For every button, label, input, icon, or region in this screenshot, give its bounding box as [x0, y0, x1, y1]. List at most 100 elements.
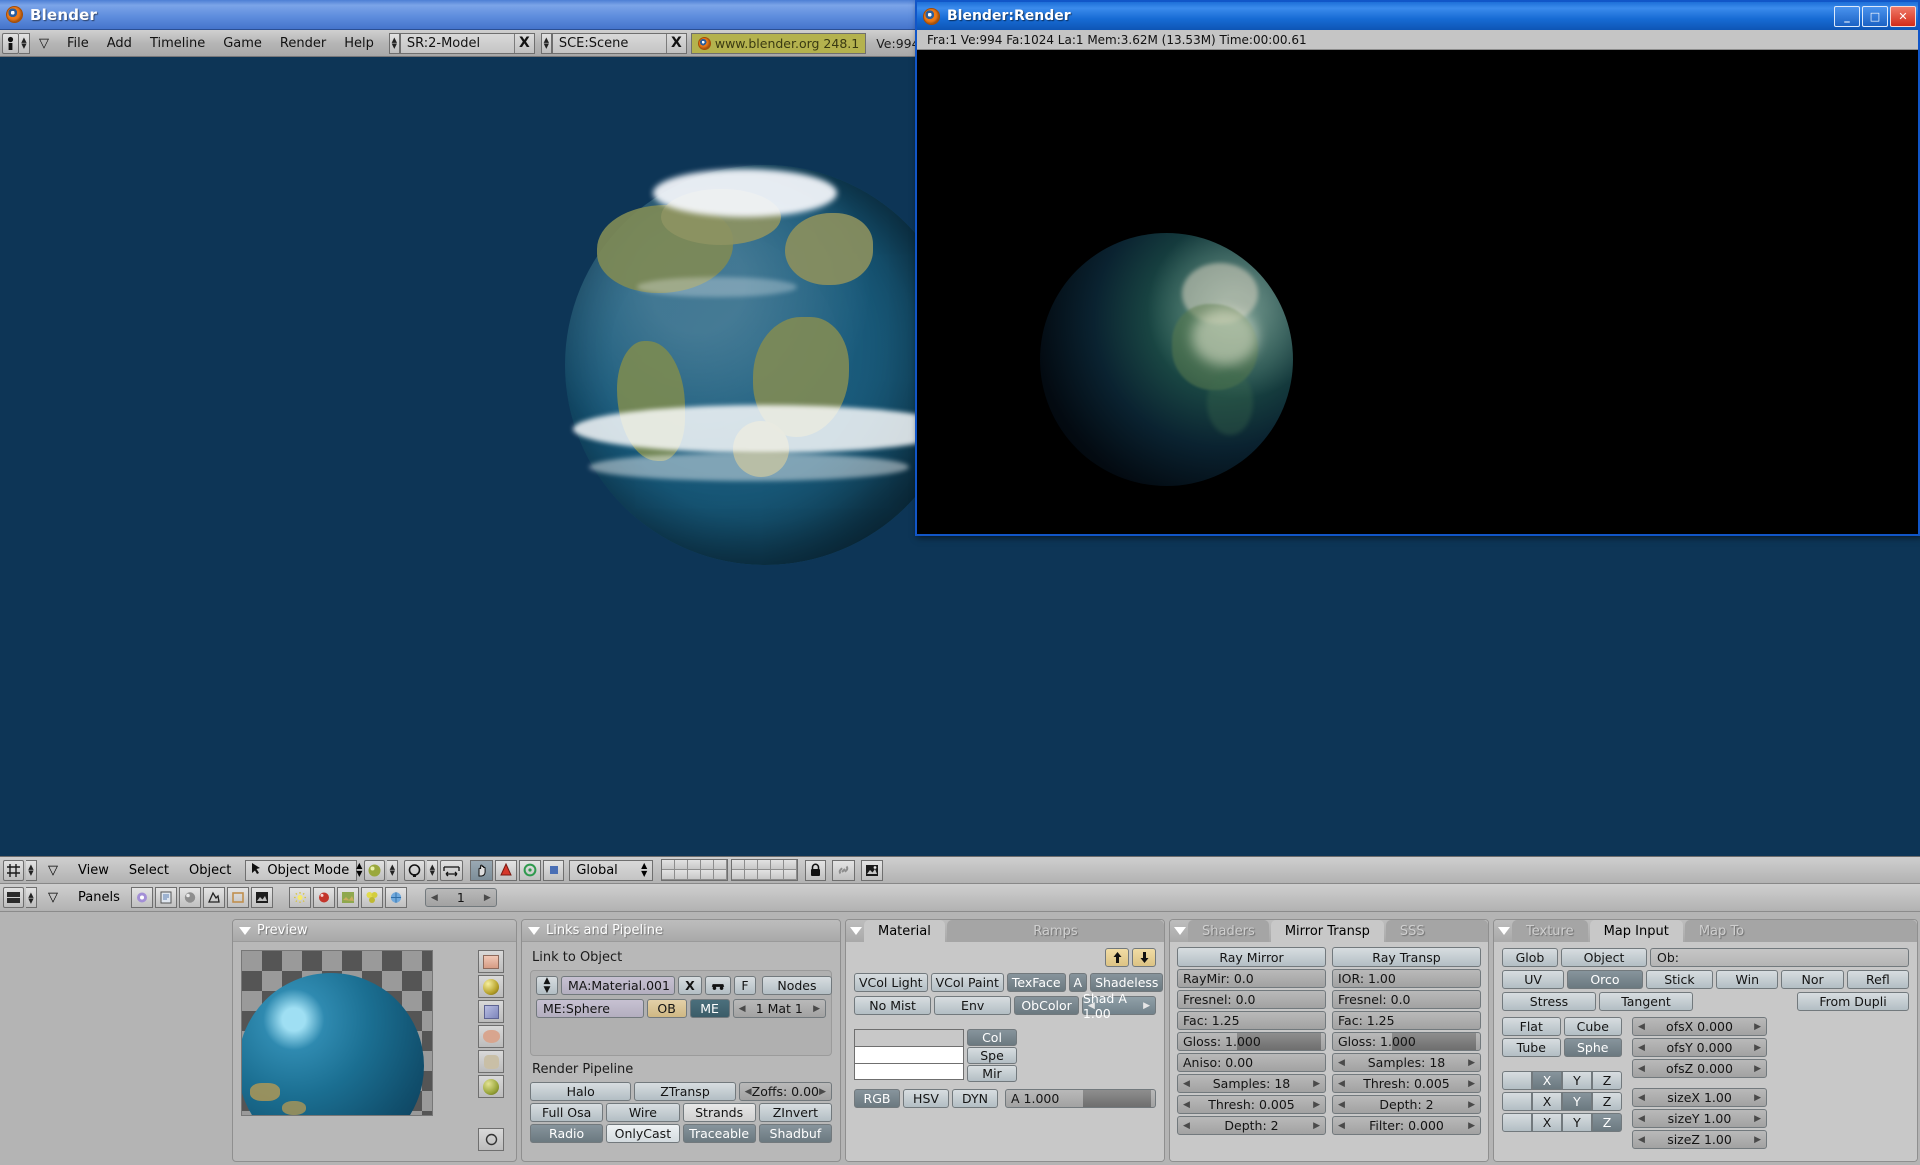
- axis-z-blank-3[interactable]: [1502, 1113, 1532, 1132]
- axis-z-y-3[interactable]: Y: [1562, 1113, 1592, 1132]
- fresnel-mirror-slider[interactable]: Fresnel: 0.0: [1177, 990, 1326, 1009]
- orientation-spinner-icon[interactable]: ▲ ▼: [641, 862, 652, 878]
- buttons-window-spinner[interactable]: ▲ ▼: [26, 887, 37, 908]
- traceable-button[interactable]: Traceable: [682, 1124, 756, 1143]
- preview-sphere-icon[interactable]: [478, 975, 504, 998]
- render-result-canvas[interactable]: [917, 50, 1918, 534]
- menu-select[interactable]: Select: [120, 861, 178, 880]
- collapse-triangle-icon[interactable]: [239, 926, 251, 935]
- axis-x-y-1[interactable]: Y: [1562, 1071, 1592, 1090]
- axis-z-z-3[interactable]: Z: [1592, 1113, 1622, 1132]
- fake-user-button[interactable]: F: [733, 976, 756, 995]
- tab-map-input[interactable]: Map Input: [1589, 920, 1683, 942]
- material-index-field[interactable]: ◀ 1 Mat 1 ▶: [732, 999, 826, 1018]
- axis-x-blank-1[interactable]: [1502, 1071, 1532, 1090]
- ofsx-field[interactable]: ◀ ofsX 0.000 ▶: [1632, 1017, 1767, 1036]
- frame-field[interactable]: ◀ 1 ▶: [424, 888, 497, 907]
- ztransp-button[interactable]: ZTransp: [634, 1082, 736, 1101]
- zinvert-button[interactable]: ZInvert: [758, 1103, 832, 1122]
- fac-mirror-slider[interactable]: Fac: 1.25: [1177, 1011, 1326, 1030]
- menu-file[interactable]: File: [58, 34, 98, 53]
- scene-selector[interactable]: SCE:Scene X: [551, 32, 687, 54]
- mode-selector[interactable]: Object Mode ▲ ▼: [245, 859, 362, 881]
- editor-type-spinner[interactable]: ▲ ▼: [26, 859, 37, 881]
- wire-button[interactable]: Wire: [606, 1103, 680, 1122]
- material-clear-button[interactable]: X: [677, 976, 702, 995]
- maximize-button[interactable]: □: [1862, 5, 1888, 27]
- thresh-transp-field[interactable]: ◀ Thresh: 0.005 ▶: [1332, 1074, 1481, 1093]
- frame-prev-icon[interactable]: ◀: [431, 893, 438, 903]
- version-url-chip[interactable]: www.blender.org 248.1: [690, 32, 867, 54]
- grid-icon[interactable]: [3, 859, 24, 881]
- shading-mode-spinner[interactable]: ▲ ▼: [387, 859, 399, 881]
- panel-links-header[interactable]: Links and Pipeline: [522, 920, 840, 942]
- scene-selector-spinner[interactable]: ▲ ▼: [540, 32, 552, 54]
- full-osa-button[interactable]: Full Osa: [530, 1103, 604, 1122]
- manipulator-scale-icon[interactable]: [543, 859, 565, 881]
- menu-game[interactable]: Game: [214, 34, 271, 53]
- pivot-spinner[interactable]: ▲ ▼: [427, 859, 439, 881]
- nor-button[interactable]: Nor: [1781, 970, 1844, 989]
- glob-button[interactable]: Glob: [1502, 948, 1558, 967]
- minimize-button[interactable]: _: [1834, 5, 1860, 27]
- earth-sphere-object[interactable]: [565, 165, 965, 565]
- axis-y-y-2[interactable]: Y: [1562, 1092, 1592, 1111]
- material-name-field[interactable]: MA:Material.001: [561, 976, 675, 995]
- col-button[interactable]: Col: [967, 1029, 1017, 1046]
- object-button[interactable]: Object: [1561, 948, 1647, 967]
- strands-button[interactable]: Strands: [682, 1103, 756, 1122]
- script-icon[interactable]: [154, 887, 177, 908]
- panels-collapse-icon[interactable]: ▽: [39, 888, 67, 907]
- preview-hair-icon[interactable]: [478, 1050, 504, 1073]
- window-type-icon[interactable]: [2, 32, 19, 54]
- sizex-field[interactable]: ◀ sizeX 1.00 ▶: [1632, 1088, 1767, 1107]
- no-mist-button[interactable]: No Mist: [854, 996, 932, 1015]
- menu-object[interactable]: Object: [180, 861, 240, 880]
- screen-selector[interactable]: SR:2-Model X: [399, 32, 535, 54]
- zoffs-next-icon[interactable]: ▶: [819, 1087, 826, 1097]
- texface-button[interactable]: TexFace: [1006, 973, 1066, 992]
- layer-block-left[interactable]: [661, 859, 729, 881]
- tab-ramps[interactable]: Ramps: [946, 920, 1164, 942]
- ofsy-field[interactable]: ◀ ofsY 0.000 ▶: [1632, 1038, 1767, 1057]
- fac-transp-slider[interactable]: Fac: 1.25: [1332, 1011, 1481, 1030]
- thresh-mirror-field[interactable]: ◀ Thresh: 0.005 ▶: [1177, 1095, 1326, 1114]
- menu-view[interactable]: View: [69, 861, 118, 880]
- menu-timeline[interactable]: Timeline: [141, 34, 214, 53]
- filter-field[interactable]: ◀ Filter: 0.000 ▶: [1332, 1116, 1481, 1135]
- orco-button[interactable]: Orco: [1567, 970, 1643, 989]
- tab-shaders[interactable]: Shaders: [1188, 920, 1269, 942]
- screen-selector-clear[interactable]: X: [513, 33, 534, 53]
- sizez-field[interactable]: ◀ sizeZ 1.00 ▶: [1632, 1130, 1767, 1149]
- fresnel-transp-slider[interactable]: Fresnel: 0.0: [1332, 990, 1481, 1009]
- mir-button[interactable]: Mir: [967, 1065, 1017, 1082]
- raymir-slider[interactable]: RayMir: 0.0: [1177, 969, 1326, 988]
- zoffs-prev-icon[interactable]: ◀: [745, 1087, 752, 1097]
- depth-transp-field[interactable]: ◀ Depth: 2 ▶: [1332, 1095, 1481, 1114]
- me-button[interactable]: ME: [689, 999, 730, 1018]
- axis-z-x-3[interactable]: X: [1532, 1113, 1562, 1132]
- from-dupli-button[interactable]: From Dupli: [1797, 992, 1909, 1011]
- preview-plane-icon[interactable]: [478, 950, 504, 973]
- menu-collapse-icon[interactable]: ▽: [30, 34, 58, 53]
- layer-buttons[interactable]: [661, 859, 799, 881]
- scene-icon[interactable]: [250, 887, 273, 908]
- env-button[interactable]: Env: [934, 996, 1012, 1015]
- stress-button[interactable]: Stress: [1502, 992, 1596, 1011]
- paste-down-icon[interactable]: [1132, 948, 1156, 967]
- ray-mirror-button[interactable]: Ray Mirror: [1177, 947, 1326, 967]
- material-browse-icon[interactable]: ▲ ▼: [536, 976, 558, 995]
- color-swatch-spe[interactable]: [854, 1046, 964, 1063]
- ob-button[interactable]: OB: [646, 999, 687, 1018]
- hsv-button[interactable]: HSV: [903, 1089, 949, 1108]
- world-icon[interactable]: [384, 887, 407, 908]
- layer-block-right[interactable]: [731, 859, 799, 881]
- menu-add[interactable]: Add: [98, 34, 141, 53]
- radiosity-icon[interactable]: [360, 887, 383, 908]
- color-swatch-mir[interactable]: [854, 1063, 964, 1080]
- lamp-icon[interactable]: [288, 887, 311, 908]
- shadbuf-button[interactable]: Shadbuf: [758, 1124, 832, 1143]
- tab-map-to[interactable]: Map To: [1684, 920, 1917, 942]
- onlycast-button[interactable]: OnlyCast: [606, 1124, 680, 1143]
- gloss-mirror-slider[interactable]: Gloss: 1.000: [1177, 1032, 1326, 1051]
